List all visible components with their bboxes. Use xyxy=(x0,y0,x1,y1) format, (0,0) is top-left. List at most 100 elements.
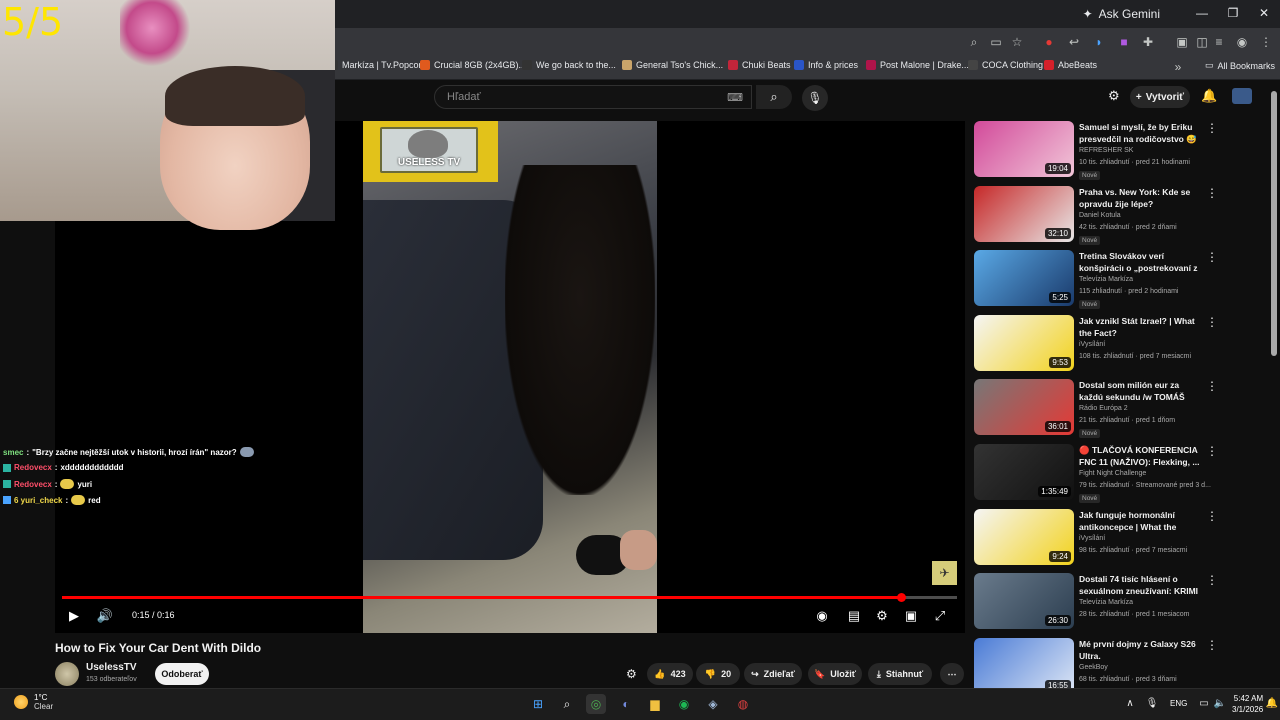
recommendation-item[interactable]: 9:24 Jak funguje hormonální antikoncepce … xyxy=(974,508,1264,569)
recommendation-title[interactable]: Dostal som milión eur za každú sekundu /… xyxy=(1079,379,1201,403)
tray-volume-icon[interactable]: 🔈 xyxy=(1210,694,1230,714)
recommendation-channel[interactable]: iVysílání xyxy=(1079,535,1105,542)
recommendation-title[interactable]: Jak vznikl Stát Izrael? | What the Fact? xyxy=(1079,315,1201,339)
minimize-icon[interactable]: — xyxy=(1187,6,1217,20)
recommendation-channel[interactable]: Rádio Európa 2 xyxy=(1079,405,1128,412)
fullscreen-icon[interactable]: ⤢ xyxy=(931,607,949,625)
notifications-icon[interactable]: 🔔 xyxy=(1262,694,1280,714)
windows-start-icon[interactable]: ⊞ xyxy=(528,694,548,714)
recommendation-item[interactable]: 36:01 Dostal som milión eur za každú seku… xyxy=(974,379,1264,439)
bookmark-star-icon[interactable]: ☆ xyxy=(1009,34,1025,50)
extension-twitch-icon[interactable]: ■ xyxy=(1116,34,1132,50)
media-controls-icon[interactable]: ≡ xyxy=(1211,34,1227,50)
bookmark-item[interactable]: General Tso's Chick... xyxy=(622,60,723,70)
more-options-icon[interactable]: ⋮ xyxy=(1206,638,1218,652)
bookmark-item[interactable]: AbeBeats xyxy=(1044,60,1097,70)
bookmark-item[interactable]: Chuki Beats xyxy=(728,60,791,70)
more-options-icon[interactable]: ⋮ xyxy=(1206,250,1218,264)
restore-icon[interactable]: ❐ xyxy=(1218,6,1248,20)
extension-audio-icon[interactable]: ◗ xyxy=(1091,34,1107,50)
recommendation-title[interactable]: Praha vs. New York: Kde se opravdu žije … xyxy=(1079,186,1201,210)
recommendation-item[interactable]: 9:53 Jak vznikl Stát Izrael? | What the F… xyxy=(974,314,1264,375)
recommendation-thumbnail[interactable]: 26:30 xyxy=(974,573,1074,630)
tray-microphone-icon[interactable]: 🎙 xyxy=(1142,694,1162,714)
search-input[interactable]: Hľadať ⌨ xyxy=(434,85,752,109)
close-icon[interactable]: ✕ xyxy=(1249,6,1279,20)
progress-bar[interactable] xyxy=(62,596,957,599)
search-button[interactable]: ⌕ xyxy=(756,85,792,109)
bookmark-item[interactable]: Info & prices xyxy=(794,60,858,70)
more-options-icon[interactable]: ⋮ xyxy=(1206,186,1218,200)
discord-icon[interactable]: ◐ xyxy=(616,694,636,714)
recommendation-title[interactable]: Dostali 74 tisíc hlásení o sexuálnom zne… xyxy=(1079,573,1201,597)
extension-red-icon[interactable]: ● xyxy=(1041,34,1057,50)
recommendation-thumbnail[interactable]: 32:10 xyxy=(974,185,1074,242)
all-bookmarks-button[interactable]: ▭ All Bookmarks xyxy=(1205,60,1275,71)
recommendation-thumbnail[interactable]: 9:53 xyxy=(974,314,1074,371)
play-icon[interactable]: ▶ xyxy=(66,607,82,625)
extension-arrow-icon[interactable]: ↩ xyxy=(1066,34,1082,50)
extension-gear-icon[interactable]: ⚙ xyxy=(626,667,637,681)
obs-icon[interactable]: ◍ xyxy=(733,694,753,714)
reading-list-icon[interactable]: ▣ xyxy=(1174,34,1190,50)
recommendation-item[interactable]: 5:25 Tretina Slovákov verí konšpiráciı o … xyxy=(974,250,1264,310)
extensions-puzzle-icon[interactable]: ✚ xyxy=(1140,34,1156,50)
channel-avatar[interactable] xyxy=(55,662,79,686)
spotify-icon[interactable]: ◉ xyxy=(674,694,694,714)
miniplayer-icon[interactable]: ▣ xyxy=(902,607,920,625)
tray-overflow-icon[interactable]: ∧ xyxy=(1120,694,1140,714)
recommendation-channel[interactable]: Daniel Kotula xyxy=(1079,212,1121,219)
profile-avatar-icon[interactable]: ◉ xyxy=(1234,34,1250,50)
save-button[interactable]: 🔖 Uložiť xyxy=(808,663,862,685)
share-button[interactable]: ↪ Zdieľať xyxy=(744,663,802,685)
recommendation-channel[interactable]: Televízia Markíza xyxy=(1079,276,1133,283)
recommendation-title[interactable]: Mé první dojmy z Galaxy S26 Ultra. xyxy=(1079,638,1201,662)
bookmark-item[interactable]: COCA Clothing xyxy=(968,60,1043,70)
bookmark-item[interactable]: Markíza | Tv.Popcor... xyxy=(328,60,429,70)
recommendation-title[interactable]: 🔴 TLAČOVÁ KONFERENCIA FNC 11 (NAŽIVO): F… xyxy=(1079,444,1201,468)
dislike-button[interactable]: 👎 20 xyxy=(696,663,740,685)
bookmark-item[interactable]: Post Malone | Drake... xyxy=(866,60,969,70)
recommendation-item[interactable]: 19:04 Samuel si myslí, že by Eriku presve… xyxy=(974,121,1264,181)
progress-scrubber[interactable] xyxy=(897,593,907,602)
page-scrollbar[interactable] xyxy=(1271,91,1277,356)
recommendation-title[interactable]: Tretina Slovákov verí konšpiráciı o „pos… xyxy=(1079,250,1201,274)
browser-menu-icon[interactable]: ⋮ xyxy=(1258,34,1274,50)
tab-search-icon[interactable]: ◫ xyxy=(1194,34,1210,50)
more-options-icon[interactable]: ⋮ xyxy=(1206,315,1218,329)
create-button[interactable]: + Vytvoriť xyxy=(1130,86,1190,108)
chrome-icon[interactable]: ◎ xyxy=(586,694,606,714)
more-options-icon[interactable]: ⋮ xyxy=(1206,379,1218,393)
more-options-icon[interactable]: ⋮ xyxy=(1206,573,1218,587)
taskbar-clock[interactable]: 5:42 AM 3/1/2026 xyxy=(1232,693,1263,715)
recommendation-title[interactable]: Samuel si myslí, že by Eriku presvedčil … xyxy=(1079,121,1201,145)
channel-branding-watermark[interactable]: ✈ xyxy=(932,561,957,585)
recommendation-title[interactable]: Jak funguje hormonální antikoncepce | Wh… xyxy=(1079,509,1201,533)
bookmark-item[interactable]: We go back to the... xyxy=(522,60,616,70)
recommendation-channel[interactable]: Fight Night Challenge xyxy=(1079,470,1146,477)
recommendation-channel[interactable]: iVysílání xyxy=(1079,341,1105,348)
recommendation-thumbnail[interactable]: 9:24 xyxy=(974,508,1074,565)
bookmark-item[interactable]: Crucial 8GB (2x4GB)... xyxy=(420,60,526,70)
volume-icon[interactable]: 🔊 xyxy=(96,607,114,625)
keyboard-icon[interactable]: ⌨ xyxy=(727,91,743,104)
bookmarks-overflow-icon[interactable]: » xyxy=(1170,59,1186,75)
recommendation-item[interactable]: 32:10 Praha vs. New York: Kde se opravdu … xyxy=(974,185,1264,246)
autoplay-toggle-icon[interactable]: ◉ xyxy=(814,607,830,625)
language-indicator[interactable]: ENG xyxy=(1170,699,1187,708)
more-options-icon[interactable]: ⋮ xyxy=(1206,121,1218,135)
channel-name[interactable]: UselessTV xyxy=(86,662,137,673)
recommendation-thumbnail[interactable]: 16:55 xyxy=(974,637,1074,694)
recommendation-item[interactable]: 1:35:49 🔴 TLAČOVÁ KONFERENCIA FNC 11 (NAŽ… xyxy=(974,444,1264,504)
like-button[interactable]: 👍 423 xyxy=(647,663,693,685)
subscribe-button[interactable]: Odoberať xyxy=(155,663,209,685)
file-explorer-icon[interactable]: ▆ xyxy=(645,694,665,714)
subtitles-icon[interactable]: ▤ xyxy=(845,607,863,625)
recommendation-thumbnail[interactable]: 36:01 xyxy=(974,379,1074,436)
voice-search-button[interactable]: 🎙 xyxy=(802,85,828,111)
recommendation-item[interactable]: 26:30 Dostali 74 tisíc hlásení o sexuálno… xyxy=(974,573,1264,633)
notifications-bell-icon[interactable]: 🔔 xyxy=(1201,88,1217,104)
more-options-icon[interactable]: ⋮ xyxy=(1206,509,1218,523)
cast-icon[interactable]: ▭ xyxy=(988,34,1004,50)
recommendation-thumbnail[interactable]: 19:04 xyxy=(974,121,1074,177)
